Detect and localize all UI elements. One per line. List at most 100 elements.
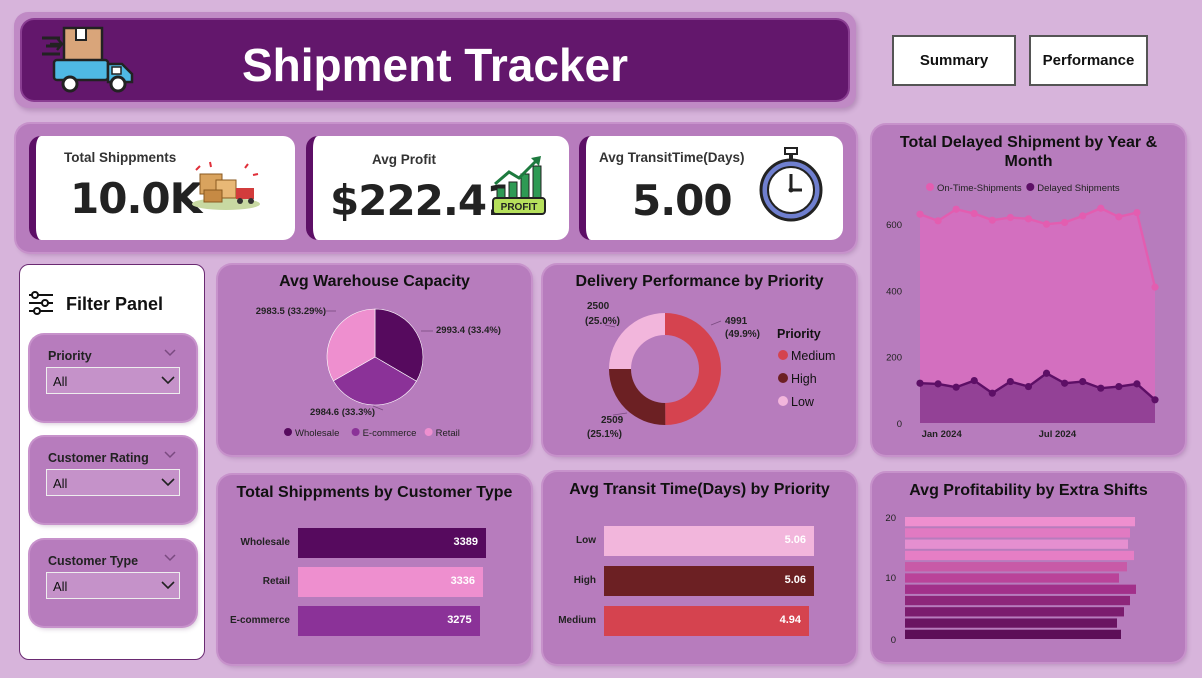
data-point <box>1133 208 1141 217</box>
data-point <box>1079 212 1087 220</box>
bar-shift-6[interactable] <box>905 595 1130 606</box>
x-tick-label: Jul 2024 <box>1039 429 1077 440</box>
bar-shift-12[interactable] <box>905 562 1127 572</box>
bar-low[interactable]: 5.06 <box>604 526 814 556</box>
stopwatch-icon <box>759 147 823 222</box>
legend-item: High <box>791 372 817 386</box>
bar-shift-20[interactable] <box>905 517 1135 527</box>
profitability-bar-chart[interactable]: 20 10 0 <box>872 473 1185 662</box>
data-point <box>970 376 978 385</box>
donut-data-label: (49.9%) <box>725 329 760 340</box>
chevron-down-icon[interactable] <box>164 554 176 562</box>
legend-title: Priority <box>777 327 821 341</box>
data-point <box>1061 379 1069 387</box>
delivery-performance-donut-chart[interactable]: 4991 (49.9%) 2509 (25.1%) 2500 (25.0%) Priorit… <box>543 265 856 455</box>
bar-medium[interactable]: 4.94 <box>604 606 810 636</box>
legend-item: Wholesale <box>295 428 339 439</box>
warehouse-capacity-pie-chart[interactable]: 2993.4 (33.4%) 2984.6 (33.3%) 2983.5 (33.2… <box>218 265 531 455</box>
shipments-by-customer-bar-chart[interactable]: Wholesale 3389 Retail 3336 E-commerce 3275 <box>218 475 531 664</box>
data-point <box>1024 215 1033 223</box>
bar-shift-10[interactable] <box>905 573 1119 583</box>
bar-shift-18[interactable] <box>905 528 1130 538</box>
shipments-by-customer-card: Total Shippments by Customer Type Wholes… <box>218 475 531 664</box>
bar-value-label: 5.06 <box>784 534 806 546</box>
x-tick-label: Jan 2024 <box>922 429 963 440</box>
kpi-card-total-shipments: Total Shippments 10.0K <box>29 136 295 240</box>
data-point <box>916 210 924 218</box>
warehouse-capacity-card: Avg Warehouse Capacity 2993.4 (33.4%) 298… <box>218 265 531 455</box>
data-point <box>1151 396 1159 404</box>
slicer-customer-rating[interactable]: Customer Rating All <box>30 437 196 523</box>
transit-time-card: Avg Transit Time(Days) by Priority Low 5.… <box>543 472 856 664</box>
bar-retail[interactable]: 3336 <box>298 567 484 597</box>
delayed-shipments-area-chart[interactable]: On-Time-Shipments Delayed Shipments 0 200 40… <box>872 125 1185 455</box>
pie-data-label: 2984.6 (33.3%) <box>310 407 375 418</box>
data-point <box>1042 220 1051 228</box>
bar-value-label: 3336 <box>450 575 476 587</box>
bar-shift-14[interactable] <box>905 550 1134 561</box>
data-point <box>988 216 996 224</box>
kpi-card-avg-profit: Avg Profit $222.41 PROFIT <box>306 136 569 240</box>
summary-button[interactable]: Summary <box>892 35 1016 86</box>
slicer-value: All <box>53 476 68 491</box>
data-point <box>1024 382 1033 391</box>
bar-wholesale[interactable]: 3389 <box>298 528 486 558</box>
slicer-dropdown[interactable]: All <box>46 367 180 394</box>
bar-value-label: 3275 <box>447 614 472 626</box>
donut-data-label: 2500 <box>587 301 610 312</box>
chevron-down-icon <box>161 376 175 385</box>
delayed-shipments-card: Total Delayed Shipment by Year & Month O… <box>872 125 1185 455</box>
header-inner: Shipment Tracker <box>22 20 848 100</box>
bar-value-label: 4.94 <box>779 614 802 626</box>
y-tick-label: 0 <box>891 635 896 646</box>
legend-item: On-Time-Shipments <box>937 183 1022 194</box>
bar-shift-0[interactable] <box>905 629 1121 639</box>
profit-chart-icon: PROFIT <box>492 156 546 215</box>
bar-shift-2[interactable] <box>905 618 1117 628</box>
delivery-performance-card: Delivery Performance by Priority 4991 (49… <box>543 265 856 455</box>
kpi-value: $222.41 <box>330 176 515 225</box>
data-point <box>1042 369 1051 377</box>
slicer-dropdown[interactable]: All <box>46 572 180 599</box>
transit-time-bar-chart[interactable]: Low 5.06 High 5.06 Medium 4.94 <box>543 472 856 664</box>
slicer-label: Customer Type <box>48 554 139 568</box>
slicer-label: Customer Rating <box>48 451 149 465</box>
data-point <box>988 389 996 397</box>
performance-button[interactable]: Performance <box>1029 35 1148 86</box>
donut-slice-medium[interactable] <box>665 313 722 425</box>
slicer-dropdown[interactable]: All <box>46 469 180 496</box>
bar-category-label: High <box>573 575 596 586</box>
packages-icon <box>192 161 260 210</box>
pie-data-label: 2993.4 (33.4%) <box>436 325 501 336</box>
slicer-priority[interactable]: Priority All <box>30 335 196 421</box>
filter-panel-title: Filter Panel <box>66 294 164 314</box>
donut-data-label: 4991 <box>725 316 748 327</box>
chevron-down-icon[interactable] <box>164 451 176 459</box>
data-point <box>952 383 960 391</box>
slicer-value: All <box>53 579 68 594</box>
y-tick-label: 10 <box>885 573 896 584</box>
chevron-down-icon[interactable] <box>164 349 176 357</box>
data-point <box>1006 213 1014 222</box>
slicer-customer-type[interactable]: Customer Type All <box>30 540 196 626</box>
filter-panel: Filter Panel Priority All Customer Ratin… <box>19 264 205 660</box>
kpi-card-avg-transit-time: Avg TransitTime(Days) 5.00 <box>579 136 843 240</box>
bar-shift-4[interactable] <box>905 607 1124 617</box>
legend-item: Medium <box>791 349 835 363</box>
bar-shift-8[interactable] <box>905 584 1136 594</box>
legend-item: Delayed Shipments <box>1037 183 1120 194</box>
bar-category-label: Wholesale <box>240 537 290 548</box>
donut-data-label: (25.1%) <box>587 429 622 440</box>
y-tick-label: 200 <box>886 353 902 364</box>
kpi-label: Total Shippments <box>64 150 177 165</box>
bar-value-label: 5.06 <box>784 574 806 586</box>
bar-e-commerce[interactable]: 3275 <box>298 606 480 636</box>
data-point <box>1097 384 1105 392</box>
slicer-value: All <box>53 374 68 389</box>
data-point <box>1151 283 1159 291</box>
bar-shift-16[interactable] <box>905 539 1128 549</box>
data-point <box>970 209 978 218</box>
y-tick-label: 400 <box>886 286 902 297</box>
bar-high[interactable]: 5.06 <box>604 566 814 596</box>
profit-icon-text: PROFIT <box>501 202 538 213</box>
